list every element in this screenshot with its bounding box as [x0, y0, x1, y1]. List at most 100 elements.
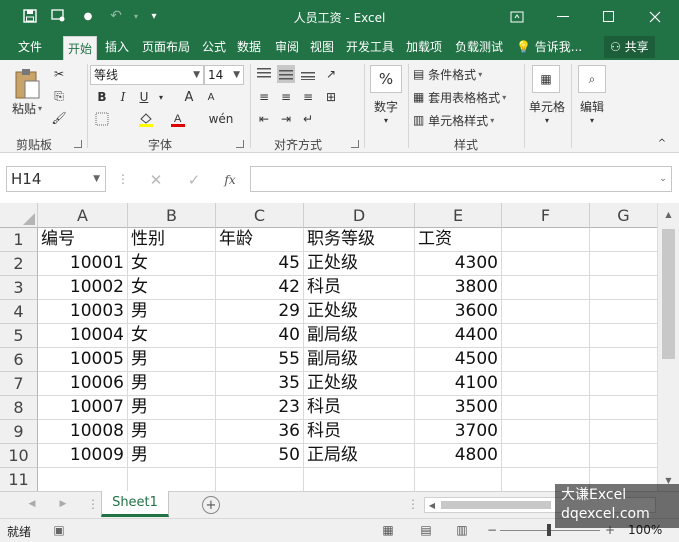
- cell-c8[interactable]: 23: [216, 396, 304, 420]
- align-middle-icon[interactable]: [277, 65, 295, 83]
- cell-a9[interactable]: 10008: [38, 420, 128, 444]
- cell-g9[interactable]: [590, 420, 658, 444]
- row-header-11[interactable]: 11: [0, 468, 38, 492]
- cell-c3[interactable]: 42: [216, 276, 304, 300]
- expand-formula-icon[interactable]: ⌄: [658, 173, 668, 185]
- column-header-g[interactable]: G: [590, 203, 658, 228]
- page-break-view-icon[interactable]: ▥: [454, 523, 470, 537]
- cell-b10[interactable]: 男: [128, 444, 216, 468]
- share-button[interactable]: ⚇ 共享: [604, 36, 655, 58]
- cell-f8[interactable]: [502, 396, 590, 420]
- cell-c7[interactable]: 35: [216, 372, 304, 396]
- cell-f5[interactable]: [502, 324, 590, 348]
- ribbon-display-icon[interactable]: [500, 4, 534, 30]
- format-as-table-button[interactable]: ▦ 套用表格格式 ▾: [413, 88, 506, 106]
- cell-e4[interactable]: 3600: [415, 300, 502, 324]
- grow-font-button[interactable]: A: [180, 88, 198, 106]
- alignment-launcher-icon[interactable]: [351, 140, 359, 148]
- tab-insert[interactable]: 插入: [101, 35, 133, 60]
- cell-b3[interactable]: 女: [128, 276, 216, 300]
- cell-d2[interactable]: 正处级: [304, 252, 415, 276]
- align-right-icon[interactable]: ≡: [299, 88, 317, 106]
- cut-icon[interactable]: ✂: [50, 65, 68, 83]
- cell-b9[interactable]: 男: [128, 420, 216, 444]
- tab-formulas[interactable]: 公式: [198, 35, 230, 60]
- editing-button[interactable]: 编辑: [574, 98, 610, 114]
- column-header-e[interactable]: E: [415, 203, 502, 228]
- cell-a7[interactable]: 10006: [38, 372, 128, 396]
- cell-d1[interactable]: 职务等级: [304, 228, 415, 252]
- shrink-font-button[interactable]: A: [202, 88, 220, 106]
- cell-g6[interactable]: [590, 348, 658, 372]
- row-header-9[interactable]: 9: [0, 420, 38, 444]
- cell-a6[interactable]: 10005: [38, 348, 128, 372]
- tab-split-handle[interactable]: ⋮: [87, 497, 99, 511]
- tab-addins[interactable]: 加载项: [402, 35, 446, 60]
- align-center-icon[interactable]: ≡: [277, 88, 295, 106]
- prev-sheet-icon[interactable]: ◀: [26, 497, 38, 511]
- cell-c4[interactable]: 29: [216, 300, 304, 324]
- column-header-b[interactable]: B: [128, 203, 216, 228]
- row-header-4[interactable]: 4: [0, 300, 38, 324]
- cell-b11[interactable]: [128, 468, 216, 492]
- row-header-3[interactable]: 3: [0, 276, 38, 300]
- cell-e10[interactable]: 4800: [415, 444, 502, 468]
- cancel-icon[interactable]: ✕: [146, 171, 166, 189]
- cell-e3[interactable]: 3800: [415, 276, 502, 300]
- column-header-a[interactable]: A: [38, 203, 128, 228]
- chevron-down-icon[interactable]: ▾: [541, 114, 553, 126]
- zoom-out-icon[interactable]: −: [486, 523, 498, 537]
- fill-color-icon[interactable]: [137, 110, 155, 128]
- close-icon[interactable]: [638, 4, 672, 30]
- formula-input[interactable]: [250, 166, 672, 192]
- row-header-7[interactable]: 7: [0, 372, 38, 396]
- cell-g3[interactable]: [590, 276, 658, 300]
- align-left-icon[interactable]: ≡: [255, 88, 273, 106]
- chevron-down-icon[interactable]: ▾: [586, 114, 598, 126]
- cell-b5[interactable]: 女: [128, 324, 216, 348]
- decrease-indent-icon[interactable]: ⇤: [255, 110, 273, 128]
- cell-c11[interactable]: [216, 468, 304, 492]
- conditional-formatting-button[interactable]: ▤ 条件格式 ▾: [413, 65, 482, 83]
- name-box[interactable]: H14 ▼: [6, 166, 106, 192]
- cell-a3[interactable]: 10002: [38, 276, 128, 300]
- zoom-slider-thumb[interactable]: [547, 524, 551, 536]
- cells-icon[interactable]: ▦: [532, 65, 560, 93]
- tab-home[interactable]: 开始: [63, 36, 98, 60]
- cell-d3[interactable]: 科员: [304, 276, 415, 300]
- cell-g4[interactable]: [590, 300, 658, 324]
- column-header-f[interactable]: F: [502, 203, 590, 228]
- cell-e5[interactable]: 4400: [415, 324, 502, 348]
- select-all-corner[interactable]: [0, 203, 38, 228]
- tab-view[interactable]: 视图: [306, 35, 338, 60]
- cell-b1[interactable]: 性别: [128, 228, 216, 252]
- cell-d4[interactable]: 正处级: [304, 300, 415, 324]
- tab-file[interactable]: 文件: [14, 35, 46, 60]
- format-painter-icon[interactable]: 🖌: [50, 109, 68, 127]
- orientation-icon[interactable]: ↗: [322, 65, 340, 83]
- borders-icon[interactable]: [93, 110, 111, 128]
- cell-c10[interactable]: 50: [216, 444, 304, 468]
- cell-d6[interactable]: 副局级: [304, 348, 415, 372]
- horizontal-scroll-thumb[interactable]: [441, 501, 551, 509]
- cell-e6[interactable]: 4500: [415, 348, 502, 372]
- cell-d5[interactable]: 副局级: [304, 324, 415, 348]
- cell-e7[interactable]: 4100: [415, 372, 502, 396]
- cell-c9[interactable]: 36: [216, 420, 304, 444]
- cell-f9[interactable]: [502, 420, 590, 444]
- font-name-select[interactable]: 等线 ▼: [90, 65, 204, 85]
- copy-icon[interactable]: ⎘: [50, 87, 68, 105]
- tell-me-search[interactable]: 💡 告诉我...: [512, 35, 586, 60]
- cell-g10[interactable]: [590, 444, 658, 468]
- paste-icon[interactable]: [10, 64, 44, 104]
- cell-g2[interactable]: [590, 252, 658, 276]
- cell-c2[interactable]: 45: [216, 252, 304, 276]
- tab-load-test[interactable]: 负载测试: [451, 35, 507, 60]
- vertical-scroll-thumb[interactable]: [662, 229, 675, 359]
- cell-c6[interactable]: 55: [216, 348, 304, 372]
- cells-button[interactable]: 单元格: [526, 98, 568, 114]
- scroll-left-icon[interactable]: ◀: [427, 499, 437, 511]
- paste-button[interactable]: 粘贴 ▾: [8, 100, 46, 116]
- row-header-1[interactable]: 1: [0, 228, 38, 252]
- cell-d8[interactable]: 科员: [304, 396, 415, 420]
